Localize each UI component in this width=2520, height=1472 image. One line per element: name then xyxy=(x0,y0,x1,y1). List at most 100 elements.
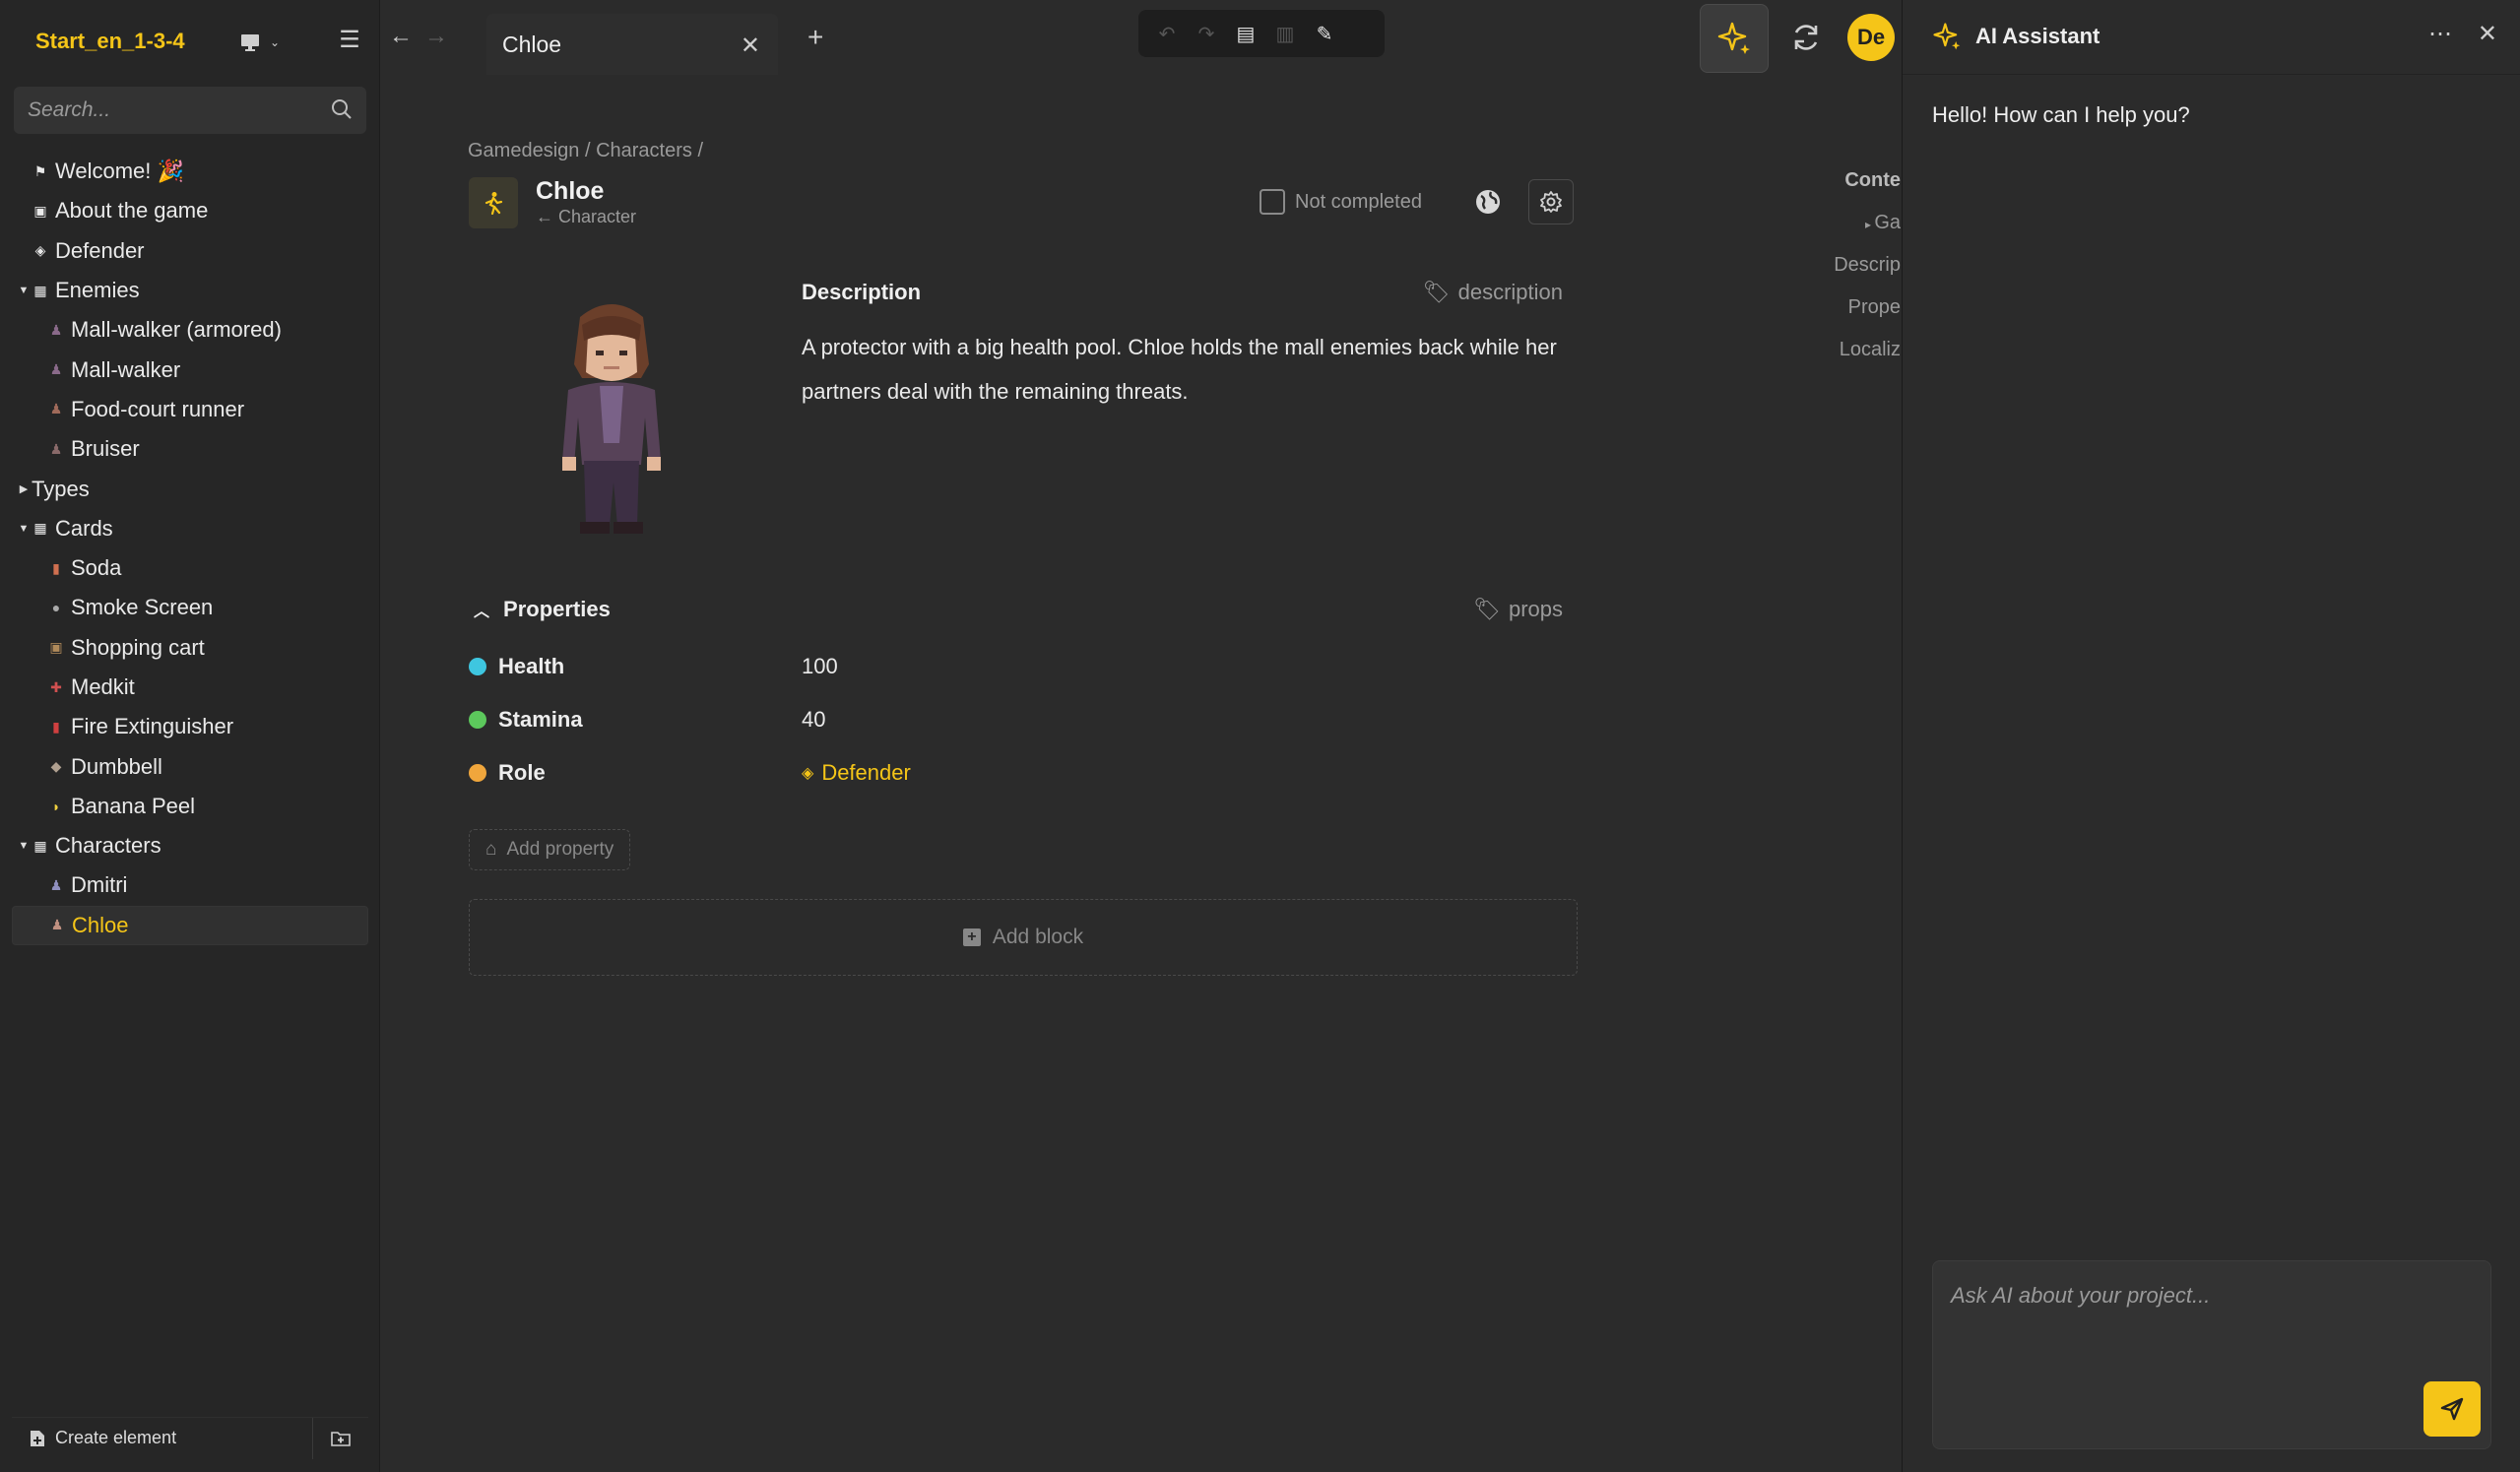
tree-item-label: Enemies xyxy=(55,278,140,303)
tree-item-card[interactable]: ◗ Banana Peel xyxy=(12,787,368,826)
breadcrumb[interactable]: Gamedesign / Characters / xyxy=(468,140,703,162)
properties-heading: Properties xyxy=(503,597,611,621)
tag-icon: 🏷 xyxy=(1422,280,1451,304)
add-folder-icon xyxy=(331,1431,351,1446)
tree-folder-cards[interactable]: ▼ ▦ Cards xyxy=(12,509,368,548)
clipboard-icon[interactable]: ▤ xyxy=(1235,22,1257,46)
tree-item-label: Medkit xyxy=(71,674,135,699)
entity-type-chip[interactable] xyxy=(469,177,518,228)
tree-item-card[interactable]: ✚ Medkit xyxy=(12,668,368,707)
pin-icon[interactable]: ✎ xyxy=(1314,22,1335,46)
toc-item[interactable]: ▸ Ga xyxy=(1818,202,1901,244)
save-icon[interactable]: ▥ xyxy=(1274,22,1296,46)
ai-prompt-input[interactable] xyxy=(1933,1261,2490,1409)
new-folder-button[interactable] xyxy=(313,1430,368,1447)
character-sprite-icon: ♟ xyxy=(50,917,64,933)
chevron-up-icon[interactable]: ︿ xyxy=(474,598,489,621)
send-button[interactable] xyxy=(2423,1381,2481,1437)
tree-item-enemy[interactable]: ♟ Mall-walker xyxy=(12,350,368,389)
globe-icon[interactable] xyxy=(1473,187,1503,217)
create-element-button[interactable]: Create element xyxy=(12,1417,313,1459)
tree-item-card[interactable]: ▮ Soda xyxy=(12,548,368,588)
view-mode-selector[interactable]: ⌄ xyxy=(240,26,299,59)
tree-item-card[interactable]: ▮ Fire Extinguisher xyxy=(12,707,368,746)
add-block-button[interactable]: + Add block xyxy=(469,899,1578,976)
toc-item[interactable]: Localiz xyxy=(1818,329,1901,371)
ai-assistant-button[interactable] xyxy=(1700,4,1769,73)
tree-item-label: Banana Peel xyxy=(71,793,195,818)
tree-item-label: Defender xyxy=(55,237,145,263)
tree-item-enemy[interactable]: ♟ Food-court runner xyxy=(12,390,368,429)
gear-icon xyxy=(1540,191,1562,213)
sidebar: Start_en_1-3-4 ⌄ ☰ ⚑ Welcome! 🎉 ▣ About th… xyxy=(0,0,380,1472)
tree-item-label: Shopping cart xyxy=(71,634,205,660)
caret-down-icon[interactable]: ▼ xyxy=(16,840,32,852)
tree-item-label: Types xyxy=(32,476,90,501)
sync-icon[interactable] xyxy=(1784,16,1828,59)
property-row-health[interactable]: Health 100 xyxy=(469,647,1454,686)
running-person-icon xyxy=(485,192,503,215)
toolbar: ↶ ↷ ▤ ▥ ✎ xyxy=(1138,10,1385,57)
property-value[interactable]: 100 xyxy=(802,654,838,679)
ai-panel-header: AI Assistant ⋯ ✕ xyxy=(1903,0,2520,75)
ai-composer xyxy=(1932,1260,2491,1449)
user-avatar[interactable]: De xyxy=(1847,14,1895,61)
completion-toggle[interactable]: Not completed xyxy=(1260,189,1422,215)
dumbbell-icon: ◆ xyxy=(50,758,62,775)
tag-icon: 🏷 xyxy=(1473,597,1501,621)
checkbox[interactable] xyxy=(1260,189,1285,215)
property-value[interactable]: 40 xyxy=(802,707,825,733)
description-text[interactable]: A protector with a big health pool. Chlo… xyxy=(802,325,1570,414)
close-icon[interactable]: ✕ xyxy=(741,32,760,60)
toc-title: Conte xyxy=(1844,169,1901,191)
project-title[interactable]: Start_en_1-3-4 xyxy=(35,29,185,54)
tree-item-character-selected[interactable]: ♟ Chloe xyxy=(12,905,368,945)
entity-type-link[interactable]: ← Character xyxy=(536,207,636,227)
undo-icon[interactable]: ↶ xyxy=(1156,22,1178,46)
forward-arrow-icon[interactable]: → xyxy=(421,22,451,51)
tab-chloe[interactable]: Chloe ✕ xyxy=(486,14,778,75)
settings-button[interactable] xyxy=(1528,179,1574,224)
project-header[interactable]: Start_en_1-3-4 xyxy=(16,14,185,69)
property-row-role[interactable]: Role ◈ Defender xyxy=(469,753,1454,793)
property-row-stamina[interactable]: Stamina 40 xyxy=(469,700,1454,739)
toc-item[interactable]: Descrip xyxy=(1818,244,1901,287)
tree-folder-characters[interactable]: ▼ ▦ Characters xyxy=(12,826,368,865)
tree-item-card[interactable]: ● Smoke Screen xyxy=(12,588,368,627)
tree-item-card[interactable]: ◆ Dumbbell xyxy=(12,746,368,786)
gamepad-icon: ▣ xyxy=(33,202,47,219)
description-tag[interactable]: 🏷 description xyxy=(1423,280,1563,305)
layers-icon: ◈ xyxy=(802,765,814,782)
caret-down-icon[interactable]: ▼ xyxy=(16,285,32,296)
tree-item-enemy[interactable]: ♟ Mall-walker (armored) xyxy=(12,310,368,350)
tree-item-welcome[interactable]: ⚑ Welcome! 🎉 xyxy=(12,152,368,191)
more-options-icon[interactable]: ⋯ xyxy=(2428,20,2452,48)
search-input[interactable] xyxy=(14,87,309,134)
character-sprite-icon: ♟ xyxy=(49,876,63,893)
tree-item-defender[interactable]: ◈ Defender xyxy=(12,231,368,271)
search-icon[interactable] xyxy=(331,98,353,120)
redo-icon[interactable]: ↷ xyxy=(1195,22,1217,46)
back-arrow-icon[interactable]: ← xyxy=(386,22,416,51)
tree-item-label: Smoke Screen xyxy=(71,595,214,620)
add-block-label: Add block xyxy=(992,926,1084,948)
tree-folder-enemies[interactable]: ▼ ▦ Enemies xyxy=(12,271,368,310)
caret-right-icon[interactable]: ▶ xyxy=(16,482,32,495)
property-value-link[interactable]: ◈ Defender xyxy=(802,760,911,786)
tree-item-enemy[interactable]: ♟ Bruiser xyxy=(12,429,368,469)
add-tab-icon[interactable]: + xyxy=(808,22,823,53)
caret-down-icon[interactable]: ▼ xyxy=(16,523,32,535)
character-portrait-image[interactable] xyxy=(543,295,680,542)
project-tree: ⚑ Welcome! 🎉 ▣ About the game ◈ Defender ▼ ▦… xyxy=(12,152,368,945)
tree-folder-types[interactable]: ▶ Types xyxy=(12,469,368,508)
properties-tag[interactable]: 🏷 props xyxy=(1473,597,1563,622)
menu-icon[interactable]: ☰ xyxy=(337,28,362,53)
properties-header[interactable]: ︿ Properties xyxy=(474,597,611,622)
add-property-button[interactable]: ⌂ Add property xyxy=(469,829,631,870)
tree-item-about[interactable]: ▣ About the game xyxy=(12,191,368,230)
tree-item-card[interactable]: ▣ Shopping cart xyxy=(12,628,368,668)
toc-item[interactable]: Prope xyxy=(1818,287,1901,329)
tree-item-character[interactable]: ♟ Dmitri xyxy=(12,865,368,905)
close-icon[interactable]: ✕ xyxy=(2478,20,2497,48)
entity-title[interactable]: Chloe xyxy=(536,177,604,206)
